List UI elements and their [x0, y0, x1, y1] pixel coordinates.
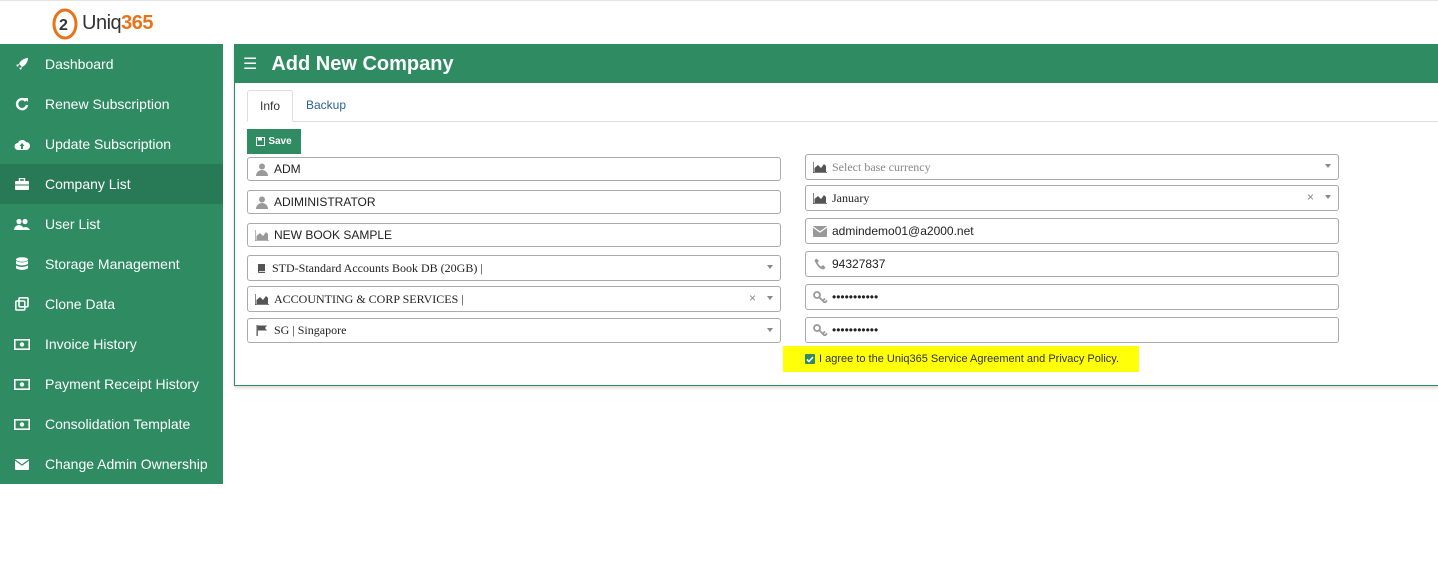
money-icon [12, 378, 32, 390]
phone-value: 94327837 [832, 257, 886, 271]
key-icon [812, 291, 828, 303]
country-select[interactable]: SG | Singapore [247, 318, 781, 343]
sidebar-item-change-admin-ownership[interactable]: Change Admin Ownership [0, 444, 223, 484]
sidebar-item-label: Renew Subscription [45, 96, 170, 112]
sidebar-item-label: Update Subscription [45, 136, 172, 152]
book-name-field[interactable]: NEW BOOK SAMPLE [247, 223, 781, 247]
company-name-value: ADIMINISTRATOR [274, 195, 376, 209]
phone-field[interactable]: 94327837 [805, 251, 1339, 277]
chevron-down-icon[interactable] [767, 265, 773, 269]
fiscal-month-select[interactable]: January × [805, 185, 1339, 211]
book-icon [254, 263, 270, 274]
user-icon [254, 196, 270, 209]
sidebar-item-user-list[interactable]: User List [0, 204, 223, 244]
flag-icon [254, 325, 270, 336]
cloud-upload-icon [12, 138, 32, 151]
sidebar-item-label: Change Admin Ownership [45, 456, 208, 472]
users-icon [12, 218, 32, 231]
tab-info[interactable]: Info [247, 90, 294, 122]
page-title: Add New Company [271, 52, 454, 75]
save-button-label: Save [268, 136, 292, 147]
area-chart-icon [254, 293, 270, 305]
company-code-field[interactable]: ADM [247, 157, 781, 181]
password-field[interactable]: ••••••••••• [805, 284, 1339, 310]
sidebar-item-dashboard[interactable]: Dashboard [0, 44, 223, 84]
sidebar-item-label: Dashboard [45, 56, 114, 72]
tab-bar: Info Backup [247, 90, 1438, 122]
agreement-text[interactable]: I agree to the Uniq365 Service Agreement… [819, 353, 1119, 365]
company-name-field[interactable]: ADIMINISTRATOR [247, 190, 781, 214]
panel-header: ☰ Add New Company [235, 45, 1438, 83]
database-icon [12, 257, 32, 271]
top-border [0, 0, 1438, 1]
password-value: ••••••••••• [832, 290, 879, 304]
tab-backup[interactable]: Backup [294, 90, 358, 120]
agreement-row: I agree to the Uniq365 Service Agreement… [783, 346, 1139, 372]
clear-icon[interactable]: × [749, 291, 756, 305]
sidebar-item-label: Consolidation Template [45, 416, 191, 432]
logo-mark-icon: 2 [50, 5, 80, 41]
sidebar-item-company-list[interactable]: Company List [0, 164, 223, 204]
refresh-icon [12, 97, 32, 111]
book-db-value: STD-Standard Accounts Book DB (20GB) | [272, 260, 483, 275]
rocket-icon [12, 57, 32, 71]
chevron-down-icon[interactable] [1325, 164, 1331, 168]
save-button[interactable]: Save [247, 129, 301, 154]
chevron-down-icon[interactable] [767, 328, 773, 332]
sidebar-item-storage-management[interactable]: Storage Management [0, 244, 223, 284]
sidebar-item-label: Storage Management [45, 256, 180, 272]
sidebar: Dashboard Renew Subscription Update Subs… [0, 44, 223, 484]
book-db-select[interactable]: STD-Standard Accounts Book DB (20GB) | [247, 255, 781, 281]
briefcase-icon [12, 177, 32, 191]
app-logo[interactable]: 2 Uniq365 [50, 3, 154, 43]
chevron-down-icon[interactable] [1325, 195, 1331, 199]
area-chart-icon [254, 229, 270, 241]
svg-text:2: 2 [59, 17, 68, 34]
sidebar-item-label: Clone Data [45, 296, 116, 312]
logo-text: Uniq365 [82, 11, 154, 34]
area-chart-icon [812, 192, 828, 204]
sidebar-item-invoice-history[interactable]: Invoice History [0, 324, 223, 364]
chevron-down-icon[interactable] [767, 296, 773, 300]
envelope-icon [12, 458, 32, 470]
money-icon [12, 338, 32, 350]
area-chart-icon [812, 161, 828, 173]
money-icon [12, 418, 32, 430]
sidebar-item-renew-subscription[interactable]: Renew Subscription [0, 84, 223, 124]
confirm-password-field[interactable]: ••••••••••• [805, 317, 1339, 343]
country-value: SG | Singapore [274, 323, 347, 337]
sidebar-item-payment-receipt-history[interactable]: Payment Receipt History [0, 364, 223, 404]
base-currency-select[interactable]: Select base currency [805, 154, 1339, 180]
fiscal-month-value: January [832, 190, 870, 205]
key-icon [812, 324, 828, 336]
industry-select[interactable]: ACCOUNTING & CORP SERVICES | × [247, 286, 781, 312]
company-code-value: ADM [274, 162, 301, 176]
sidebar-item-update-subscription[interactable]: Update Subscription [0, 124, 223, 164]
email-value: admindemo01@a2000.net [832, 224, 974, 238]
sidebar-item-label: Invoice History [45, 336, 137, 352]
sidebar-item-label: Company List [45, 176, 131, 192]
confirm-password-value: ••••••••••• [832, 323, 879, 337]
envelope-icon [812, 225, 828, 237]
add-company-panel: ☰ Add New Company Info Backup Save ADM A… [234, 44, 1438, 386]
phone-icon [812, 258, 828, 270]
clear-icon[interactable]: × [1307, 190, 1314, 204]
save-icon [256, 137, 266, 146]
clone-icon [12, 297, 32, 311]
sidebar-item-clone-data[interactable]: Clone Data [0, 284, 223, 324]
agreement-checkbox[interactable] [805, 354, 815, 364]
base-currency-placeholder: Select base currency [832, 159, 931, 174]
sidebar-item-label: Payment Receipt History [45, 376, 200, 392]
menu-icon[interactable]: ☰ [243, 54, 257, 74]
sidebar-item-label: User List [45, 216, 101, 232]
book-name-value: NEW BOOK SAMPLE [274, 228, 393, 242]
sidebar-item-consolidation-template[interactable]: Consolidation Template [0, 404, 223, 444]
email-field[interactable]: admindemo01@a2000.net [805, 218, 1339, 244]
user-icon [254, 163, 270, 176]
industry-value: ACCOUNTING & CORP SERVICES | [274, 291, 464, 306]
